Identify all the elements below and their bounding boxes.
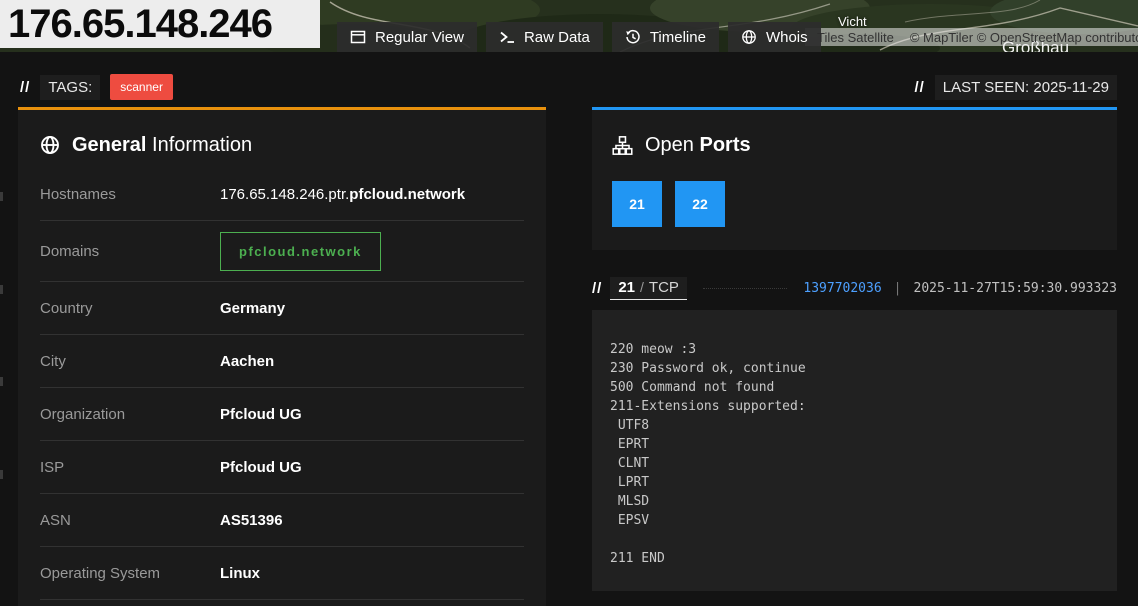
domain-button[interactable]: pfcloud.network — [220, 232, 381, 271]
info-value: Linux — [220, 565, 260, 582]
host-detail-page: VichtGroßhau Tiles Satellite © MapTiler … — [0, 0, 1138, 606]
info-label: ISP — [40, 459, 220, 476]
ip-address: 176.65.148.246 — [0, 0, 272, 48]
info-label: Country — [40, 300, 220, 317]
map-credits: © MapTiler © OpenStreetMap contributors — [910, 30, 1138, 45]
view-tabs: Regular View Raw Data Timeline Whois — [337, 22, 821, 52]
info-value: 176.65.148.246.ptr.pfcloud.network — [220, 186, 465, 203]
edge-mark — [0, 192, 3, 201]
hostname-prefix: 176.65.148.246.ptr. — [220, 186, 349, 203]
tab-timeline[interactable]: Timeline — [612, 22, 719, 52]
info-row: Domainspfcloud.network — [40, 221, 524, 282]
tab-regular-view[interactable]: Regular View — [337, 22, 477, 52]
edge-mark — [0, 377, 3, 386]
map-attribution: Tiles Satellite © MapTiler © OpenStreetM… — [805, 28, 1138, 46]
info-value: Germany — [220, 300, 285, 317]
edge-mark — [0, 285, 3, 294]
info-row: Operating SystemLinux — [40, 547, 524, 600]
service-21-header: // 21 / TCP 1397702036 | 2025-11-27T15:5… — [592, 278, 1117, 298]
service-port: 21 — [618, 279, 635, 296]
service-port-link[interactable]: 21 / TCP — [610, 277, 687, 300]
port-list: 21 22 — [612, 181, 1097, 227]
tab-label: Regular View — [375, 29, 464, 46]
general-info-rows: Hostnames176.65.148.246.ptr.pfcloud.netw… — [40, 168, 524, 600]
regular-view-icon — [350, 29, 366, 45]
ip-title-box: 176.65.148.246 — [0, 0, 320, 48]
pipe-separator: | — [894, 281, 902, 296]
info-label: City — [40, 353, 220, 370]
slashes-decor: // — [20, 79, 30, 96]
info-label: Hostnames — [40, 186, 220, 203]
tags-bar: // TAGS: scanner — [20, 74, 173, 100]
card-title-light: Information — [152, 134, 252, 156]
tab-label: Whois — [766, 29, 808, 46]
sitemap-icon — [612, 136, 633, 155]
info-value: pfcloud.network — [220, 232, 381, 271]
service-protocol: TCP — [649, 279, 679, 296]
service-banner-box: 220 meow :3 230 Password ok, continue 50… — [592, 310, 1117, 591]
edge-mark — [0, 470, 3, 479]
open-ports-card: Open Ports 21 22 — [592, 107, 1117, 250]
info-label: Domains — [40, 243, 220, 260]
card-title-light: Open — [645, 134, 694, 156]
card-title-strong: Ports — [700, 134, 751, 156]
tab-label: Raw Data — [524, 29, 590, 46]
open-ports-title: Open Ports — [612, 132, 1097, 158]
dotted-leader — [703, 288, 787, 289]
info-value: AS51396 — [220, 512, 283, 529]
info-value: Aachen — [220, 353, 274, 370]
info-label: Operating System — [40, 565, 220, 582]
info-row: ISPPfcloud UG — [40, 441, 524, 494]
whois-icon — [741, 29, 757, 45]
info-label: Organization — [40, 406, 220, 423]
last-seen-bar: // LAST SEEN: 2025-11-29 — [914, 74, 1117, 100]
info-row: OrganizationPfcloud UG — [40, 388, 524, 441]
last-seen-value: LAST SEEN: 2025-11-29 — [935, 75, 1117, 100]
info-label: ASN — [40, 512, 220, 529]
map-tiles-label: Tiles Satellite — [817, 30, 894, 45]
timeline-icon — [625, 29, 641, 45]
tab-whois[interactable]: Whois — [728, 22, 821, 52]
tab-label: Timeline — [650, 29, 706, 46]
ftp-banner-text: 220 meow :3 230 Password ok, continue 50… — [592, 310, 1117, 591]
card-title-strong: General — [72, 134, 146, 156]
hostname-domain: pfcloud.network — [349, 186, 465, 203]
port-button-21[interactable]: 21 — [612, 181, 662, 227]
slashes-decor: // — [914, 79, 924, 96]
tags-label: TAGS: — [40, 75, 100, 100]
tag-list: scanner — [110, 78, 173, 96]
banner-timestamp: 2025-11-27T15:59:30.993323 — [914, 281, 1118, 296]
info-row: Hostnames176.65.148.246.ptr.pfcloud.netw… — [40, 168, 524, 221]
info-row: ASNAS51396 — [40, 494, 524, 547]
port-button-22[interactable]: 22 — [675, 181, 725, 227]
general-information-title: General Information — [40, 132, 524, 158]
tag-badge[interactable]: scanner — [110, 74, 173, 100]
info-row: CountryGermany — [40, 282, 524, 335]
info-value: Pfcloud UG — [220, 406, 302, 423]
banner-hash-link[interactable]: 1397702036 — [803, 281, 881, 296]
globe-icon — [40, 135, 60, 155]
info-value: Pfcloud UG — [220, 459, 302, 476]
slashes-decor: // — [592, 280, 602, 297]
tab-raw-data[interactable]: Raw Data — [486, 22, 603, 52]
general-information-card: General Information Hostnames176.65.148.… — [18, 107, 546, 606]
info-row: CityAachen — [40, 335, 524, 388]
raw-data-icon — [499, 29, 515, 45]
service-divider: / — [640, 279, 644, 295]
